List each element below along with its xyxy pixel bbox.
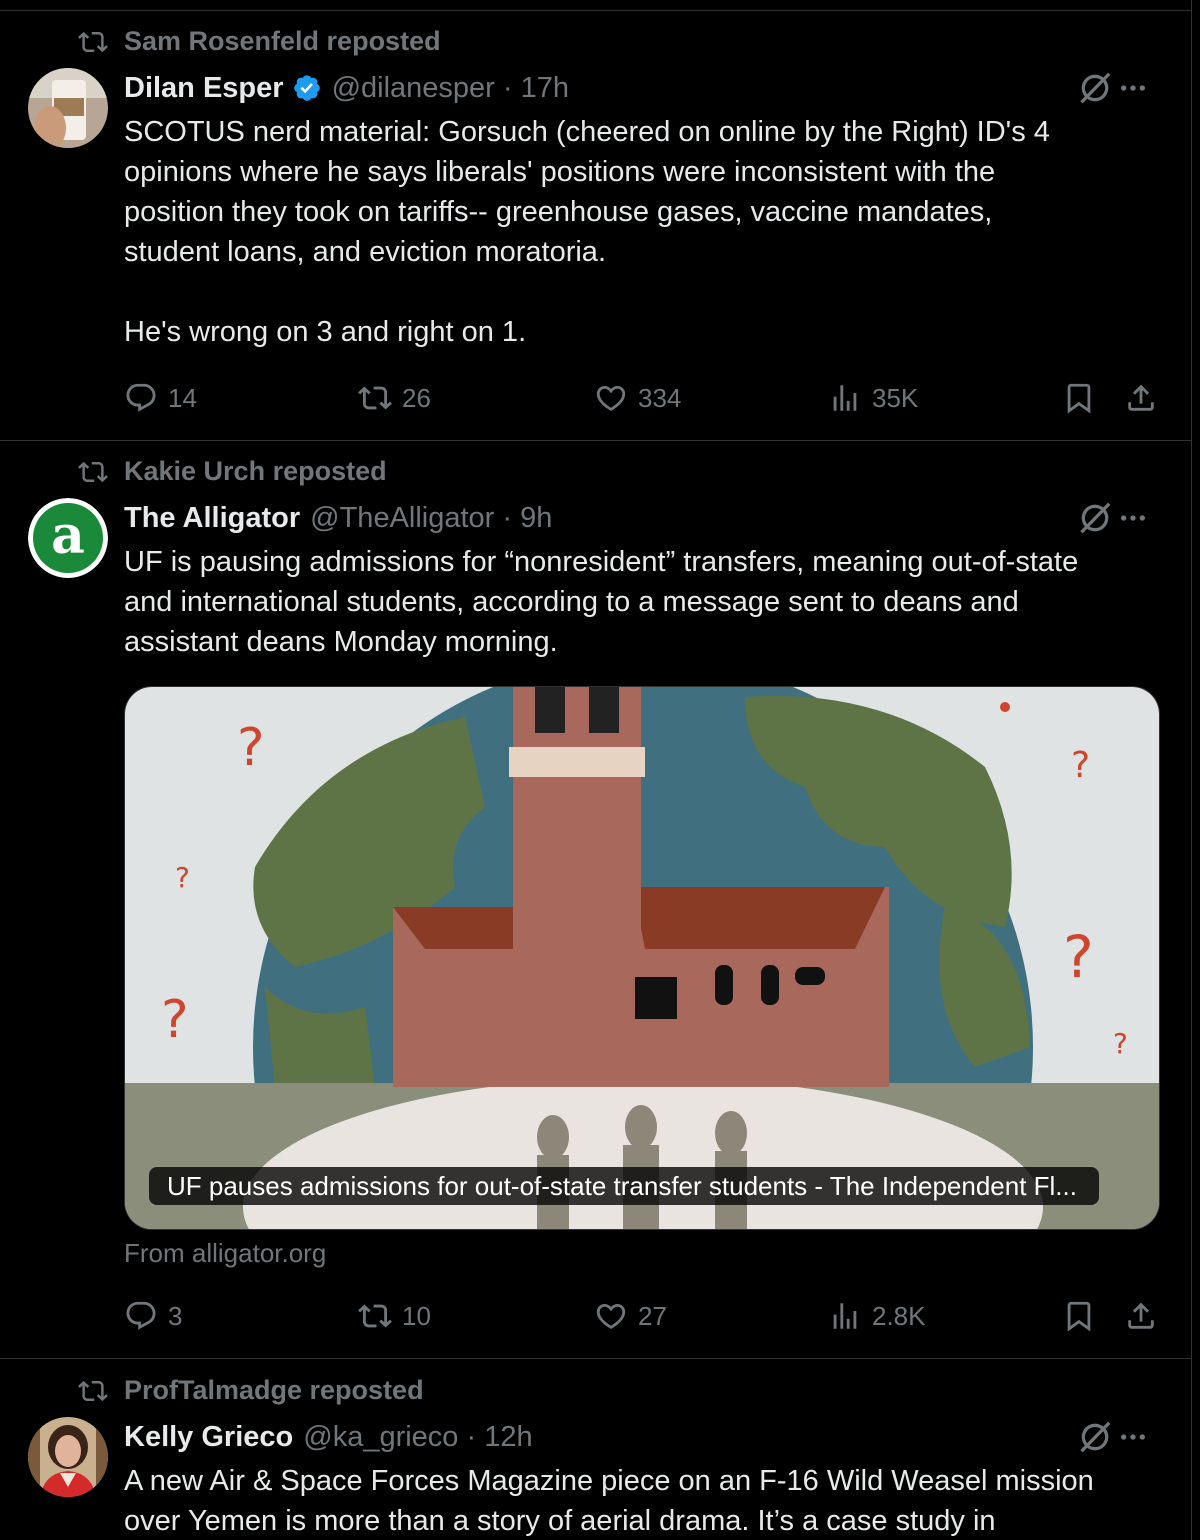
views-icon (828, 1299, 862, 1333)
svg-text:?: ? (237, 718, 265, 778)
display-name[interactable]: Kelly Grieco (124, 1421, 293, 1454)
tweet-divider (0, 1358, 1192, 1359)
grok-icon[interactable] (1077, 70, 1113, 106)
reply-icon (124, 381, 158, 415)
share-icon (1124, 381, 1158, 415)
views-count: 35K (872, 382, 919, 413)
like-count: 334 (638, 382, 682, 413)
share-button[interactable] (1124, 1296, 1158, 1336)
timeline: Sam Rosenfeld reposted Dilan Esper @dila… (0, 0, 1192, 1540)
repost-button[interactable]: 10 (358, 1296, 431, 1336)
repost-context[interactable]: ProfTalmadge reposted (78, 1375, 424, 1406)
repost-context[interactable]: Sam Rosenfeld reposted (78, 26, 441, 57)
bookmark-button[interactable] (1062, 1296, 1096, 1336)
tweet-header: Kelly Grieco @ka_grieco · 12h (124, 1419, 1151, 1455)
link-card[interactable]: ? ? ? ? ? ? UF pauses admissions for out… (124, 686, 1160, 1230)
handle-and-time[interactable]: @dilanesper · 17h (332, 72, 569, 105)
handle-and-time[interactable]: @TheAlligator · 9h (310, 502, 552, 535)
repost-context[interactable]: Kakie Urch reposted (78, 456, 387, 487)
svg-text:a: a (51, 505, 85, 566)
display-name[interactable]: Dilan Esper (124, 72, 284, 105)
more-icon[interactable] (1117, 500, 1149, 536)
reposted-by-label: Kakie Urch reposted (124, 456, 387, 486)
repost-button[interactable]: 26 (358, 378, 431, 418)
reply-button[interactable]: 14 (124, 378, 197, 418)
like-count: 27 (638, 1300, 667, 1331)
like-icon (594, 381, 628, 415)
tweet-actions: 3 10 27 2.8K (124, 1296, 1164, 1336)
repost-icon (358, 381, 392, 415)
tweet-divider (0, 440, 1192, 441)
like-icon (594, 1299, 628, 1333)
card-source[interactable]: From alligator.org (124, 1238, 326, 1269)
like-button[interactable]: 27 (594, 1296, 667, 1336)
views-button[interactable]: 35K (828, 378, 918, 418)
card-image: ? ? ? ? ? ? (125, 687, 1159, 1229)
reply-icon (124, 1299, 158, 1333)
tweet-header: The Alligator @TheAlligator · 9h (124, 500, 1151, 536)
views-icon (828, 381, 862, 415)
repost-count: 26 (402, 382, 431, 413)
verified-badge-icon (292, 73, 322, 103)
avatar[interactable] (28, 1417, 108, 1497)
grok-icon[interactable] (1077, 1419, 1113, 1455)
bookmark-icon (1062, 381, 1096, 415)
card-title: UF pauses admissions for out-of-state tr… (149, 1167, 1099, 1205)
handle-and-time[interactable]: @ka_grieco · 12h (303, 1421, 532, 1454)
display-name[interactable]: The Alligator (124, 502, 300, 535)
reposted-by-label: Sam Rosenfeld reposted (124, 26, 441, 56)
reply-button[interactable]: 3 (124, 1296, 182, 1336)
top-divider (0, 10, 1192, 11)
more-icon[interactable] (1117, 70, 1149, 106)
avatar[interactable] (28, 68, 108, 148)
views-count: 2.8K (872, 1300, 926, 1331)
tweet-text: A new Air & Space Forces Magazine piece … (124, 1465, 1094, 1537)
svg-text:?: ? (175, 861, 190, 894)
tweet-actions: 14 26 334 35K (124, 378, 1164, 418)
tweet-header: Dilan Esper @dilanesper · 17h (124, 70, 1151, 106)
grok-icon[interactable] (1077, 500, 1113, 536)
repost-icon (358, 1299, 392, 1333)
more-icon[interactable] (1117, 1419, 1149, 1455)
bookmark-button[interactable] (1062, 378, 1096, 418)
like-button[interactable]: 334 (594, 378, 681, 418)
reply-count: 14 (168, 382, 197, 413)
tweet-text: SCOTUS nerd material: Gorsuch (cheered o… (124, 116, 1050, 348)
tweet-text: UF is pausing admissions for “nonresiden… (124, 546, 1079, 658)
share-icon (1124, 1299, 1158, 1333)
repost-count: 10 (402, 1300, 431, 1331)
bookmark-icon (1062, 1299, 1096, 1333)
svg-text:?: ? (161, 990, 189, 1050)
svg-text:?: ? (1113, 1027, 1128, 1060)
svg-text:?: ? (1071, 745, 1090, 786)
svg-text:?: ? (1063, 923, 1094, 991)
repost-icon (78, 27, 108, 57)
share-button[interactable] (1124, 378, 1158, 418)
repost-icon (78, 1376, 108, 1406)
reposted-by-label: ProfTalmadge reposted (124, 1375, 424, 1405)
avatar[interactable]: a (28, 498, 108, 578)
views-button[interactable]: 2.8K (828, 1296, 926, 1336)
reply-count: 3 (168, 1300, 183, 1331)
repost-icon (78, 457, 108, 487)
